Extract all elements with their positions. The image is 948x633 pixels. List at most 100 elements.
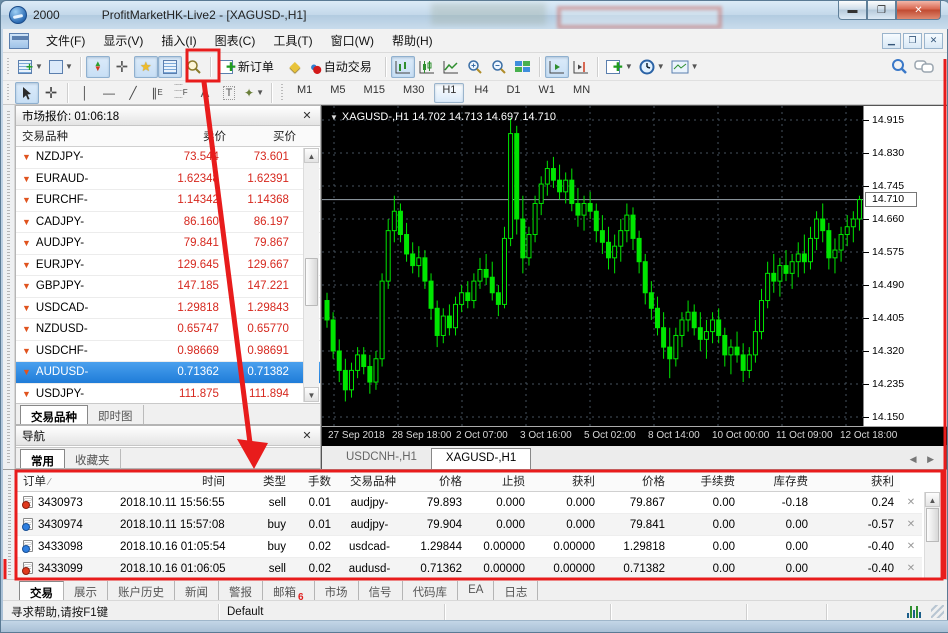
- navigator-close-icon[interactable]: ✕: [300, 429, 314, 442]
- trendline-tool-button[interactable]: ╱: [121, 82, 145, 104]
- menu-item-4[interactable]: 工具(T): [264, 28, 321, 53]
- chart-window-icon[interactable]: [9, 32, 29, 49]
- scroll-up-icon[interactable]: ▲: [925, 492, 940, 507]
- order-row[interactable]: 3433098 2018.10.16 01:05:54 buy 0.02 usdcad-…: [17, 536, 922, 558]
- child-restore-button[interactable]: ❐: [903, 32, 922, 49]
- market-watch-row[interactable]: ▼ CADJPY- 86.160 86.197: [16, 212, 320, 233]
- toolbar-grip[interactable]: [279, 83, 285, 102]
- close-order-icon[interactable]: ✕: [900, 563, 922, 574]
- market-watch-row[interactable]: ▼ USDJPY- 111.875 111.894: [16, 384, 320, 405]
- timeframe-m5[interactable]: M5: [322, 83, 353, 103]
- text-label-tool-button[interactable]: T: [217, 82, 241, 104]
- market-watch-row[interactable]: ▼ EURJPY- 129.645 129.667: [16, 255, 320, 276]
- terminal-tab-EA[interactable]: EA: [458, 581, 495, 600]
- timeframe-mn[interactable]: MN: [565, 83, 598, 103]
- cursor-tool-button[interactable]: [15, 81, 39, 104]
- horizontal-line-tool-button[interactable]: —: [97, 82, 121, 104]
- timeframe-m15[interactable]: M15: [356, 83, 393, 103]
- market-watch-toggle-button[interactable]: ▲ ▼: [85, 55, 110, 78]
- orders-col-6[interactable]: 止损: [468, 473, 531, 489]
- close-button[interactable]: ✕: [896, 1, 941, 20]
- tile-windows-button[interactable]: [511, 56, 535, 78]
- restore-button[interactable]: ❐: [867, 1, 896, 20]
- terminal-tab-日志[interactable]: 日志: [494, 581, 539, 600]
- vertical-line-tool-button[interactable]: │: [73, 82, 97, 104]
- navigator-toggle-button[interactable]: ★: [133, 55, 158, 78]
- orders-table-header[interactable]: 订单 ∕ 时间 类型 手数 交易品种 价格 止损 获利 价格 手续费 库存费 获利: [17, 470, 900, 492]
- zoom-out-button[interactable]: [487, 56, 511, 78]
- menu-item-3[interactable]: 图表(C): [206, 28, 265, 53]
- terminal-toggle-button[interactable]: [157, 55, 182, 78]
- chat-button[interactable]: [911, 56, 937, 78]
- orders-col-5[interactable]: 价格: [402, 473, 468, 489]
- terminal-tab-信号[interactable]: 信号: [359, 581, 403, 600]
- market-watch-caption[interactable]: 市场报价: 01:06:18 ✕: [16, 106, 320, 126]
- orders-col-0[interactable]: 订单 ∕: [17, 473, 114, 489]
- market-watch-header[interactable]: 交易品种 卖价 买价: [16, 126, 320, 147]
- market-watch-tab-交易品种[interactable]: 交易品种: [20, 405, 88, 424]
- chart-tab-scroll-icons[interactable]: ◀ ▶: [910, 454, 938, 469]
- menu-item-5[interactable]: 窗口(W): [322, 28, 383, 53]
- order-row[interactable]: 3430973 2018.10.11 15:56:55 sell 0.01 audjpy…: [17, 492, 922, 514]
- orders-col-10[interactable]: 库存费: [741, 473, 814, 489]
- terminal-grip[interactable]: [3, 470, 17, 580]
- terminal-tab-新闻[interactable]: 新闻: [175, 581, 219, 600]
- toolbar-grip[interactable]: [6, 57, 11, 76]
- timeframe-m1[interactable]: M1: [289, 83, 320, 103]
- orders-col-1[interactable]: 时间: [114, 473, 231, 489]
- col-bid[interactable]: 卖价: [152, 128, 234, 144]
- timeframe-h4[interactable]: H4: [466, 83, 496, 103]
- chart-plot-area[interactable]: [322, 106, 863, 426]
- terminal-tab-展示[interactable]: 展示: [64, 581, 108, 600]
- menu-item-2[interactable]: 插入(I): [152, 28, 205, 53]
- child-close-button[interactable]: ✕: [924, 32, 943, 49]
- orders-col-4[interactable]: 交易品种: [337, 473, 402, 489]
- crosshair-tool-button[interactable]: ✛: [39, 82, 63, 104]
- zoom-in-button[interactable]: [463, 56, 487, 78]
- auto-scroll-button[interactable]: [544, 55, 569, 78]
- timeframe-w1[interactable]: W1: [531, 83, 564, 103]
- search-button[interactable]: [887, 56, 911, 78]
- title-bar[interactable]: 2000 ProfitMarketHK-Live2 - [XAGUSD-,H1]…: [1, 1, 948, 29]
- orders-col-9[interactable]: 手续费: [671, 473, 741, 489]
- templates-button[interactable]: ▼: [668, 56, 702, 78]
- menu-item-6[interactable]: 帮助(H): [383, 28, 442, 53]
- status-profile[interactable]: Default: [219, 603, 445, 620]
- chart-price-axis[interactable]: 14.915 14.830 14.745 14.660 14.575 14.490 14.4…: [862, 106, 947, 426]
- text-tool-button[interactable]: A: [193, 82, 217, 104]
- data-window-button[interactable]: ✛: [110, 56, 134, 78]
- timeframe-h1[interactable]: H1: [434, 82, 465, 103]
- equidistant-channel-tool-button[interactable]: ∥ E: [145, 82, 169, 104]
- close-order-icon[interactable]: ✕: [900, 497, 922, 508]
- market-watch-row[interactable]: ▼ EURCHF- 1.14342 1.14368: [16, 190, 320, 212]
- order-row[interactable]: 3433099 2018.10.16 01:06:05 sell 0.02 audusd…: [17, 558, 922, 580]
- navigator-caption[interactable]: 导航 ✕: [16, 426, 320, 446]
- market-watch-row[interactable]: ▼ NZDUSD- 0.65747 0.65770: [16, 319, 320, 341]
- chart-tab-USDCNH-,H1[interactable]: USDCNH-,H1: [332, 448, 431, 469]
- profiles-button[interactable]: ▼: [46, 56, 76, 78]
- indicators-button[interactable]: ✚ ▼: [603, 56, 636, 78]
- terminal-tab-交易[interactable]: 交易: [19, 581, 64, 600]
- terminal-tab-市场[interactable]: 市场: [315, 581, 359, 600]
- terminal-tab-邮箱[interactable]: 邮箱 6: [263, 581, 315, 603]
- navigator-tab-收藏夹[interactable]: 收藏夹: [65, 449, 121, 468]
- chart-date-axis[interactable]: 27 Sep 2018 28 Sep 18:00 2 Oct 07:00 3 Oct …: [322, 426, 947, 445]
- navigator-tab-常用[interactable]: 常用: [20, 449, 65, 468]
- market-watch-scrollbar[interactable]: ▲ ▼: [303, 148, 319, 402]
- col-symbol[interactable]: 交易品种: [16, 128, 152, 144]
- fibonacci-tool-button[interactable]: ┄┄ ┄┄ ┄┄ F: [169, 82, 193, 104]
- menu-item-1[interactable]: 显示(V): [94, 28, 152, 53]
- timeframe-d1[interactable]: D1: [498, 83, 528, 103]
- terminal-scrollbar[interactable]: ▲: [924, 492, 940, 579]
- orders-col-2[interactable]: 类型: [231, 473, 292, 489]
- scrollbar-thumb[interactable]: [926, 508, 939, 542]
- line-chart-type-button[interactable]: [439, 56, 463, 78]
- market-watch-row[interactable]: ▼ USDCHF- 0.98669 0.98691: [16, 341, 320, 362]
- market-watch-row[interactable]: ▼ GBPJPY- 147.185 147.221: [16, 276, 320, 298]
- candlestick-type-button[interactable]: [415, 56, 439, 78]
- chart-tab-XAGUSD-,H1[interactable]: XAGUSD-,H1: [430, 448, 532, 469]
- market-watch-row[interactable]: ▼ AUDUSD- 0.71362 0.71382: [16, 362, 320, 384]
- child-minimize-button[interactable]: ▁: [882, 32, 901, 49]
- market-watch-row[interactable]: ▼ EURAUD- 1.62348 1.62391: [16, 169, 320, 190]
- new-order-button[interactable]: ✚ 新订单: [216, 56, 283, 78]
